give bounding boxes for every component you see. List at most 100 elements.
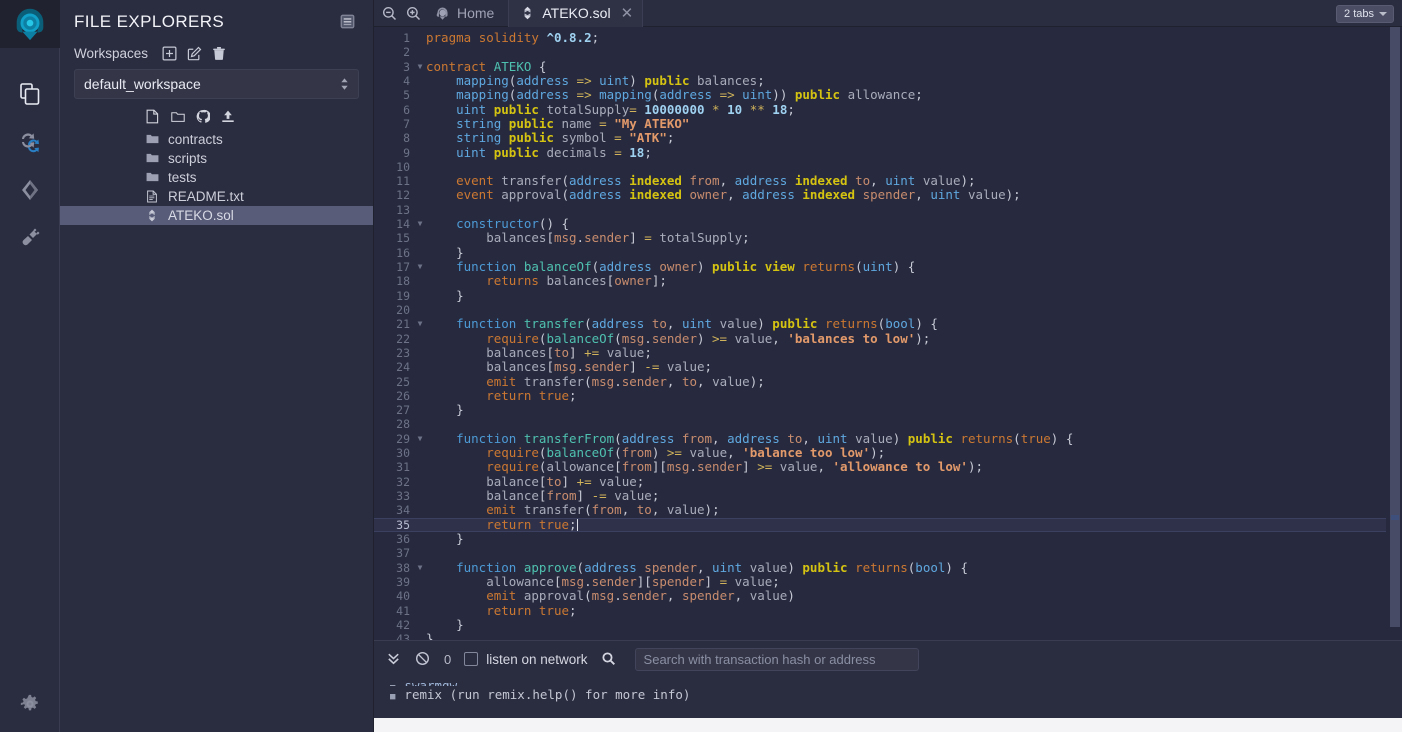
- code-line-19[interactable]: 19 }: [374, 287, 1386, 303]
- code-line-33[interactable]: 33 balance[from] -= value;: [374, 488, 1386, 503]
- code-line-9[interactable]: 9 uint public decimals = 18;: [374, 145, 1386, 160]
- tab-home[interactable]: Home: [435, 0, 508, 27]
- code-line-36[interactable]: 36 }: [374, 530, 1386, 546]
- workspaces-label: Workspaces: [74, 46, 149, 61]
- sidebar-item-solidity-compiler[interactable]: [0, 118, 60, 166]
- sidebar-item-file-explorers[interactable]: [0, 70, 60, 118]
- tab-ateko-sol[interactable]: ATEKO.sol ✕: [509, 0, 644, 27]
- code-editor[interactable]: 1 pragma solidity ^0.8.2; 2 3 ▼ contract ATEK…: [374, 27, 1402, 640]
- code-line-43[interactable]: 43}: [374, 631, 1386, 640]
- line-number: 13: [396, 202, 410, 217]
- line-number: 20: [396, 302, 410, 317]
- code-line-1[interactable]: 1 pragma solidity ^0.8.2;: [374, 30, 1386, 45]
- workspace-select[interactable]: default_workspace: [74, 69, 359, 99]
- code-line-17[interactable]: 17 ▼ function balanceOf(address owner) pu…: [374, 259, 1386, 274]
- code-line-38[interactable]: 38 ▼ function approve(address spender, ui…: [374, 560, 1386, 575]
- folder-icon[interactable]: [171, 109, 185, 124]
- list-item[interactable]: README.txt: [60, 187, 373, 206]
- code-line-18[interactable]: 18 returns balances[owner];: [374, 274, 1386, 289]
- fold-toggle-icon[interactable]: ▼: [414, 260, 426, 274]
- code-line-5[interactable]: 5 mapping(address => mapping(address => …: [374, 88, 1386, 103]
- code-line-29[interactable]: 29 ▼ function transferFrom(address from, …: [374, 431, 1386, 446]
- line-number: 32: [396, 474, 410, 489]
- code-text: mapping(address => uint) public balances…: [456, 72, 765, 88]
- code-line-32[interactable]: 32 balance[to] += value;: [374, 473, 1386, 489]
- sidebar-item-plugin-manager[interactable]: [0, 214, 60, 262]
- edit-square-icon[interactable]: [187, 46, 202, 61]
- code-line-7[interactable]: 7 string public name = "My ATEKO": [374, 116, 1386, 131]
- code-text: constructor() {: [456, 216, 570, 232]
- file-icon[interactable]: [146, 109, 160, 124]
- code-line-42[interactable]: 42 }: [374, 617, 1386, 632]
- code-line-27[interactable]: 27 }: [374, 402, 1386, 417]
- editor-scrollbar[interactable]: [1388, 27, 1402, 640]
- code-line-15[interactable]: 15 balances[msg.sender] = totalSupply;: [374, 231, 1386, 246]
- list-item-ateko-sol[interactable]: ATEKO.sol: [60, 206, 373, 225]
- listen-on-network-toggle[interactable]: listen on network: [464, 652, 588, 667]
- upload-icon[interactable]: [221, 109, 235, 124]
- code-line-14[interactable]: 14 ▼ constructor() {: [374, 216, 1386, 232]
- zoom-in-icon[interactable]: [406, 6, 421, 21]
- sidebar-item-settings[interactable]: [0, 684, 60, 724]
- code-text: }: [456, 287, 464, 303]
- code-line-6[interactable]: 6 uint public totalSupply= 10000000 * 10…: [374, 102, 1386, 117]
- plus-square-icon[interactable]: [162, 46, 177, 61]
- list-item[interactable]: tests: [60, 168, 373, 187]
- github-icon[interactable]: [196, 109, 210, 124]
- code-line-39[interactable]: 39 allowance[msg.sender][spender] = valu…: [374, 574, 1386, 589]
- code-line-20[interactable]: 20: [374, 303, 1386, 317]
- terminal-log-link[interactable]: swarmgw: [404, 677, 457, 686]
- file-explorer-header: FILE EXPLORERS: [60, 0, 373, 42]
- list-item[interactable]: scripts: [60, 149, 373, 168]
- code-line-10[interactable]: 10: [374, 160, 1386, 174]
- editor-scrollbar-thumb[interactable]: [1390, 27, 1400, 627]
- code-line-37[interactable]: 37: [374, 546, 1386, 560]
- fold-toggle-icon[interactable]: ▼: [414, 432, 426, 446]
- line-number: 25: [396, 374, 410, 389]
- search-icon[interactable]: [601, 651, 617, 667]
- code-line-4[interactable]: 4 mapping(address => uint) public balanc…: [374, 72, 1386, 88]
- code-line-23[interactable]: 23 balances[to] += value;: [374, 345, 1386, 360]
- code-line-16[interactable]: 16 }: [374, 245, 1386, 260]
- code-line-22[interactable]: 22 require(balanceOf(msg.sender) >= valu…: [374, 331, 1386, 346]
- search-input[interactable]: Search with transaction hash or address: [634, 647, 919, 671]
- code-line-25[interactable]: 25 emit transfer(msg.sender, to, value);: [374, 374, 1386, 389]
- code-line-41[interactable]: 41 return true;: [374, 603, 1386, 618]
- code-line-35[interactable]: 35 return true;: [374, 517, 1386, 532]
- code-line-40[interactable]: 40 emit approval(msg.sender, spender, va…: [374, 589, 1386, 604]
- code-text: }: [456, 530, 464, 546]
- icon-bar: [0, 0, 60, 732]
- zoom-out-icon[interactable]: [382, 6, 397, 21]
- panel-toggle-icon[interactable]: [339, 13, 357, 31]
- code-line-30[interactable]: 30 require(balanceOf(from) >= value, 'ba…: [374, 445, 1386, 460]
- sidebar-item-deploy-run-transactions[interactable]: [0, 166, 60, 214]
- code-text: balance[to] += value;: [486, 473, 645, 489]
- code-line-28[interactable]: 28: [374, 417, 1386, 431]
- code-lines[interactable]: 1 pragma solidity ^0.8.2; 2 3 ▼ contract ATEK…: [374, 27, 1386, 640]
- code-line-13[interactable]: 13: [374, 203, 1386, 217]
- code-line-2[interactable]: 2: [374, 45, 1386, 59]
- code-line-21[interactable]: 21 ▼ function transfer(address to, uint v…: [374, 317, 1386, 332]
- trash-icon[interactable]: [212, 46, 227, 61]
- code-line-3[interactable]: 3 ▼ contract ATEKO {: [374, 59, 1386, 74]
- line-number: 2: [403, 45, 410, 60]
- fold-toggle-icon[interactable]: ▼: [414, 561, 426, 575]
- code-line-24[interactable]: 24 balances[msg.sender] -= value;: [374, 360, 1386, 375]
- code-line-34[interactable]: 34 emit transfer(from, to, value);: [374, 502, 1386, 518]
- code-line-26[interactable]: 26 return true;: [374, 388, 1386, 403]
- remix-logo[interactable]: [0, 0, 60, 48]
- fold-toggle-icon[interactable]: ▼: [414, 60, 426, 74]
- chevrons-down-icon[interactable]: [386, 651, 402, 667]
- tabs-count-button[interactable]: 2 tabs: [1336, 5, 1394, 23]
- ban-circle-icon[interactable]: [415, 651, 431, 667]
- close-icon[interactable]: ✕: [621, 6, 634, 21]
- code-text: emit transfer(from, to, value);: [486, 502, 720, 518]
- fold-toggle-icon[interactable]: ▼: [414, 217, 426, 231]
- fold-toggle-icon[interactable]: ▼: [414, 317, 426, 331]
- code-line-12[interactable]: 12 event approval(address indexed owner,…: [374, 188, 1386, 203]
- code-line-11[interactable]: 11 event transfer(address indexed from, …: [374, 173, 1386, 188]
- code-line-8[interactable]: 8 string public symbol = "ATK";: [374, 131, 1386, 146]
- code-line-31[interactable]: 31 require(allowance[from][msg.sender] >…: [374, 460, 1386, 475]
- list-item[interactable]: contracts: [60, 130, 373, 149]
- checkbox[interactable]: [464, 652, 479, 666]
